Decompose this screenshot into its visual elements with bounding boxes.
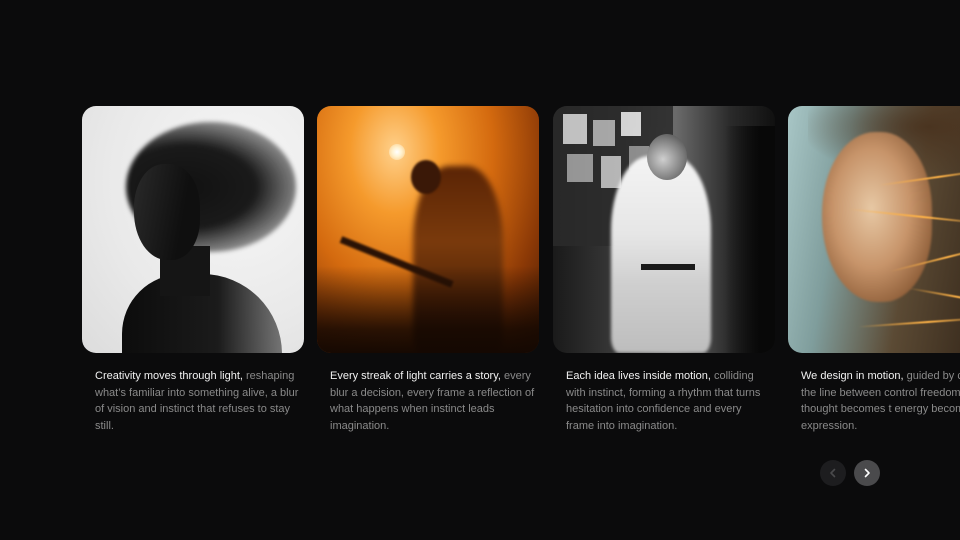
image-light-streak <box>908 287 960 307</box>
carousel-card[interactable]: Each idea lives inside motion, colliding… <box>553 106 775 432</box>
carousel: Creativity moves through light, reshapin… <box>0 0 960 540</box>
caption-lead: Every streak of light carries a story, <box>330 370 501 382</box>
image-crowd <box>317 266 539 353</box>
image-stage-light <box>389 144 405 160</box>
card-image <box>82 106 304 353</box>
image-belt <box>641 264 695 270</box>
carousel-card[interactable]: Every streak of light carries a story, e… <box>317 106 539 432</box>
image-light-streak <box>858 316 960 328</box>
card-image <box>317 106 539 353</box>
chevron-left-icon <box>830 468 836 478</box>
image-foreground-shadow <box>725 126 775 353</box>
carousel-card[interactable]: Creativity moves through light, reshapin… <box>82 106 304 432</box>
card-caption: We design in motion, guided by c chasing… <box>801 368 960 434</box>
card-image <box>553 106 775 353</box>
card-image <box>788 106 960 353</box>
image-face <box>134 164 200 260</box>
image-figure <box>611 156 711 353</box>
carousel-card[interactable]: We design in motion, guided by c chasing… <box>788 106 960 432</box>
caption-lead: Creativity moves through light, <box>95 370 243 382</box>
image-head <box>647 134 687 180</box>
image-head <box>411 160 441 194</box>
caption-lead: Each idea lives inside motion, <box>566 370 711 382</box>
card-caption: Each idea lives inside motion, colliding… <box>566 368 772 434</box>
carousel-next-button[interactable] <box>854 460 880 486</box>
chevron-right-icon <box>864 468 870 478</box>
carousel-prev-button[interactable] <box>820 460 846 486</box>
card-caption: Creativity moves through light, reshapin… <box>95 368 301 434</box>
card-caption: Every streak of light carries a story, e… <box>330 368 536 434</box>
caption-lead: We design in motion, <box>801 370 904 382</box>
